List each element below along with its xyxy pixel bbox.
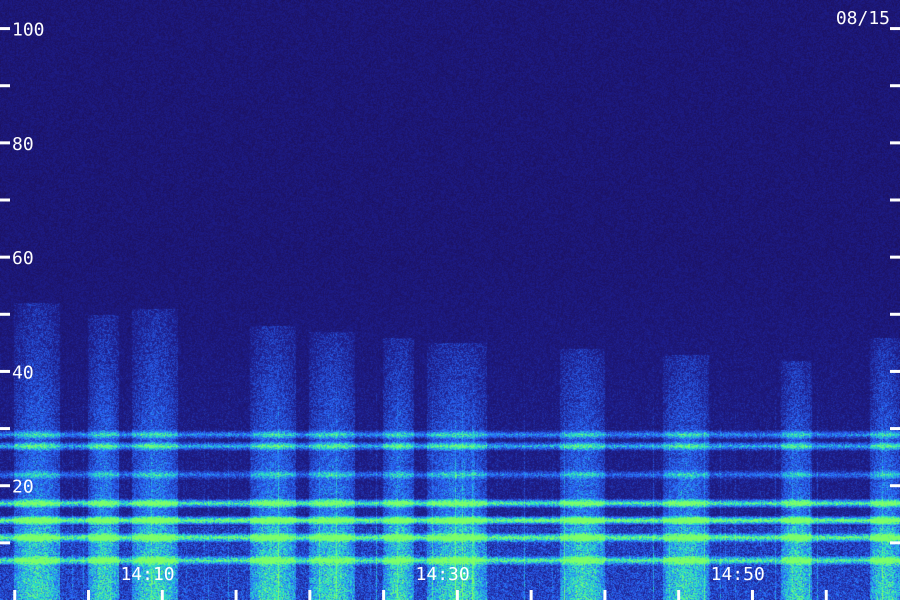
y-tick-right [890,427,900,431]
y-tick-right [890,484,900,488]
y-tick-left [0,541,10,545]
x-tick [13,590,17,600]
y-tick-label: 40 [12,362,34,383]
x-tick-label: 14:50 [711,564,765,585]
y-tick-label: 20 [12,477,34,498]
y-tick-left [0,141,10,145]
y-tick-right [890,27,900,31]
axis-overlay: 100 80 60 40 20 14:10 14:30 14:50 08/15 [0,8,900,600]
y-tick-left [0,198,10,202]
y-tick-label: 100 [12,20,45,41]
x-tick-label: 14:30 [416,564,470,585]
y-tick-left [0,84,10,88]
y-tick-right [890,198,900,202]
x-tick [677,590,681,600]
x-tick [603,590,607,600]
y-tick-label: 80 [12,134,34,155]
y-axis: 100 80 60 40 20 [0,20,900,545]
x-tick [750,590,754,600]
y-tick-left [0,255,10,259]
y-tick-left [0,369,10,373]
y-tick-label: 60 [12,248,34,269]
y-tick-left [0,27,10,31]
date-label: 08/15 [836,8,890,29]
y-tick-right [890,312,900,316]
y-tick-right [890,84,900,88]
x-tick [87,590,91,600]
y-tick-right [890,141,900,145]
x-axis: 14:10 14:30 14:50 [13,564,828,600]
y-tick-right [890,369,900,373]
x-tick [234,590,238,600]
x-tick [308,590,312,600]
x-tick [455,590,459,600]
x-tick-label: 14:10 [120,564,174,585]
y-tick-left [0,484,10,488]
y-tick-left [0,312,10,316]
x-tick [824,590,828,600]
y-tick-left [0,427,10,431]
x-tick [160,590,164,600]
y-tick-right [890,541,900,545]
x-tick [382,590,386,600]
x-tick [529,590,533,600]
y-tick-right [890,255,900,259]
